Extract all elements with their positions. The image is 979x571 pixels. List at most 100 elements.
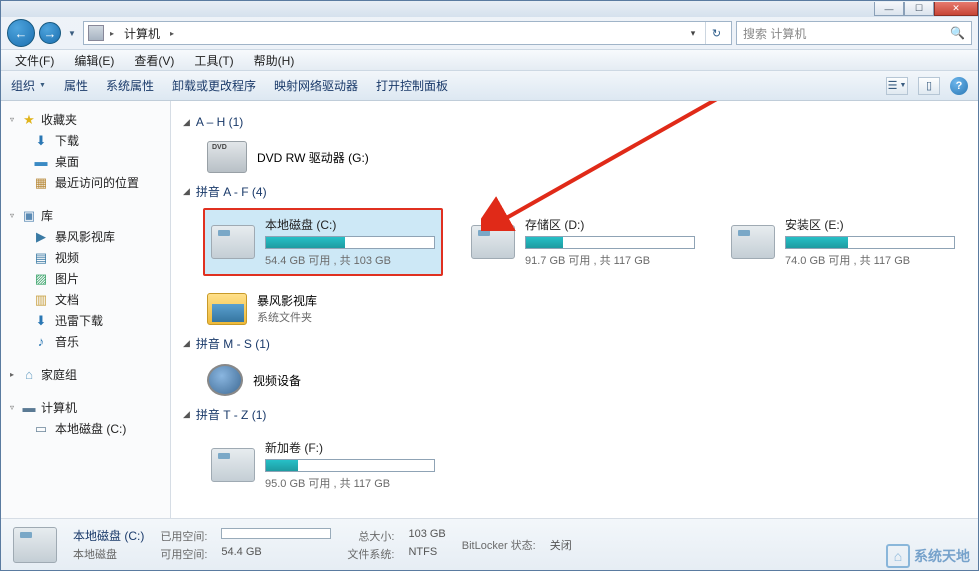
watermark: ⌂ 系统天地 — [886, 544, 970, 568]
breadcrumb-computer[interactable]: 计算机 — [120, 25, 164, 42]
item-baofeng-folder[interactable]: 暴风影视库 系统文件夹 — [203, 288, 321, 329]
drive-icon — [13, 527, 57, 563]
titlebar: — ☐ ✕ — [1, 1, 978, 17]
sidebar-baofeng[interactable]: ▶暴风影视库 — [7, 226, 170, 247]
usage-bar — [265, 459, 435, 472]
nav-back-button[interactable]: ← — [7, 19, 35, 47]
nav-history-drop[interactable]: ▼ — [65, 22, 79, 44]
chevron-down-icon[interactable]: ▿ — [7, 211, 17, 220]
sidebar-computer[interactable]: ▿ ▬ 计算机 — [7, 397, 170, 418]
chevron-down-icon: ◢ — [183, 186, 190, 197]
sidebar-libraries[interactable]: ▿ ▣ 库 — [7, 205, 170, 226]
details-type: 本地磁盘 — [73, 546, 144, 562]
sidebar-recent[interactable]: ▦最近访问的位置 — [7, 172, 170, 193]
details-pane: 本地磁盘 (C:) 本地磁盘 已用空间: 可用空间: 54.4 GB 总大小: … — [1, 518, 978, 570]
details-bitlocker-label: BitLocker 状态: — [462, 537, 536, 553]
computer-icon — [88, 25, 104, 41]
recent-icon: ▦ — [33, 175, 49, 191]
sidebar-favorites[interactable]: ▿ ★ 收藏夹 — [7, 109, 170, 130]
menu-help[interactable]: 帮助(H) — [248, 50, 301, 71]
menu-tools[interactable]: 工具(T) — [188, 50, 239, 71]
sidebar-xunlei[interactable]: ⬇迅雷下载 — [7, 310, 170, 331]
address-drop-icon[interactable]: ▾ — [685, 28, 701, 39]
group-pinyin-ms[interactable]: ◢拼音 M - S (1) — [183, 335, 966, 352]
details-bitlocker-val: 关闭 — [550, 537, 572, 553]
drive-icon — [211, 225, 255, 259]
sidebar-desktop[interactable]: ▬桌面 — [7, 151, 170, 172]
sidebar-video[interactable]: ▤视频 — [7, 247, 170, 268]
content-pane[interactable]: ◢A – H (1) DVD RW 驱动器 (G:) ◢拼音 A - F (4)… — [171, 101, 978, 518]
details-fs-label: 文件系统: — [347, 546, 394, 562]
explorer-window: — ☐ ✕ ← → ▼ ▸ 计算机 ▸ ▾ ↻ 搜索 计算机 🔍 文件(F) 编… — [0, 0, 979, 571]
item-drive-f[interactable]: 新加卷 (F:) 95.0 GB 可用 , 共 117 GB — [203, 431, 443, 499]
watermark-icon: ⌂ — [886, 544, 910, 568]
menu-edit[interactable]: 编辑(E) — [68, 50, 120, 71]
menu-view[interactable]: 查看(V) — [128, 50, 180, 71]
refresh-button[interactable]: ↻ — [705, 22, 727, 44]
music-icon: ♪ — [33, 334, 49, 350]
details-total-val: 103 GB — [408, 528, 445, 544]
group-pinyin-af[interactable]: ◢拼音 A - F (4) — [183, 183, 966, 200]
menu-file[interactable]: 文件(F) — [9, 50, 60, 71]
details-used-label: 已用空间: — [160, 528, 207, 544]
help-button[interactable]: ? — [950, 77, 968, 95]
toolbar: 组织▼ 属性 系统属性 卸载或更改程序 映射网络驱动器 打开控制面板 ☰▼ ▯ … — [1, 71, 978, 101]
preview-pane-button[interactable]: ▯ — [918, 77, 940, 95]
document-icon: ▥ — [33, 292, 49, 308]
group-pinyin-tz[interactable]: ◢拼音 T - Z (1) — [183, 406, 966, 423]
tb-map-drive[interactable]: 映射网络驱动器 — [274, 77, 358, 94]
close-button[interactable]: ✕ — [934, 2, 978, 16]
sidebar-downloads[interactable]: ⬇下载 — [7, 130, 170, 151]
details-total-label: 总大小: — [347, 528, 394, 544]
view-mode-button[interactable]: ☰▼ — [886, 77, 908, 95]
download-icon: ⬇ — [33, 313, 49, 329]
dvd-drive-icon — [207, 141, 247, 173]
sidebar-docs[interactable]: ▥文档 — [7, 289, 170, 310]
sidebar-pictures[interactable]: ▨图片 — [7, 268, 170, 289]
sidebar-music[interactable]: ♪音乐 — [7, 331, 170, 352]
search-icon[interactable]: 🔍 — [950, 26, 965, 40]
usage-bar — [785, 236, 955, 249]
menu-bar: 文件(F) 编辑(E) 查看(V) 工具(T) 帮助(H) — [1, 49, 978, 71]
item-drive-d[interactable]: 存储区 (D:) 91.7 GB 可用 , 共 117 GB — [463, 208, 703, 276]
chevron-right-icon[interactable]: ▸ — [168, 29, 176, 38]
minimize-button[interactable]: — — [874, 2, 904, 16]
nav-forward-button[interactable]: → — [39, 22, 61, 44]
tb-organize[interactable]: 组织▼ — [11, 77, 46, 94]
usage-bar — [221, 528, 331, 539]
chevron-down-icon[interactable]: ▿ — [7, 403, 17, 412]
item-drive-e[interactable]: 安装区 (E:) 74.0 GB 可用 , 共 117 GB — [723, 208, 963, 276]
camera-icon — [207, 364, 243, 396]
star-icon: ★ — [21, 112, 37, 128]
address-bar: ← → ▼ ▸ 计算机 ▸ ▾ ↻ 搜索 计算机 🔍 — [1, 17, 978, 49]
chevron-down-icon[interactable]: ▿ — [7, 115, 17, 124]
tb-system-properties[interactable]: 系统属性 — [106, 77, 154, 94]
tb-control-panel[interactable]: 打开控制面板 — [376, 77, 448, 94]
usage-bar — [525, 236, 695, 249]
item-dvd-drive[interactable]: DVD RW 驱动器 (G:) — [203, 137, 373, 177]
search-placeholder: 搜索 计算机 — [743, 25, 806, 42]
chevron-right-icon[interactable]: ▸ — [7, 370, 17, 379]
tb-properties[interactable]: 属性 — [64, 77, 88, 94]
desktop-icon: ▬ — [33, 154, 49, 170]
drive-icon — [211, 448, 255, 482]
search-input[interactable]: 搜索 计算机 🔍 — [736, 21, 972, 45]
chevron-right-icon[interactable]: ▸ — [108, 29, 116, 38]
item-video-device[interactable]: 视频设备 — [203, 360, 305, 400]
maximize-button[interactable]: ☐ — [904, 2, 934, 16]
details-free-val: 54.4 GB — [221, 546, 331, 562]
item-drive-c[interactable]: 本地磁盘 (C:) 54.4 GB 可用 , 共 103 GB — [203, 208, 443, 276]
address-box[interactable]: ▸ 计算机 ▸ ▾ ↻ — [83, 21, 732, 45]
chevron-down-icon: ◢ — [183, 338, 190, 349]
video-icon: ▶ — [33, 229, 49, 245]
details-fs-val: NTFS — [408, 546, 445, 562]
tb-uninstall[interactable]: 卸载或更改程序 — [172, 77, 256, 94]
library-icon: ▣ — [21, 208, 37, 224]
sidebar-homegroup[interactable]: ▸ ⌂ 家庭组 — [7, 364, 170, 385]
drive-icon — [731, 225, 775, 259]
group-a-h[interactable]: ◢A – H (1) — [183, 115, 966, 129]
computer-icon: ▬ — [21, 400, 37, 416]
chevron-down-icon: ◢ — [183, 409, 190, 420]
drive-icon — [471, 225, 515, 259]
sidebar-drive-c[interactable]: ▭本地磁盘 (C:) — [7, 418, 170, 439]
